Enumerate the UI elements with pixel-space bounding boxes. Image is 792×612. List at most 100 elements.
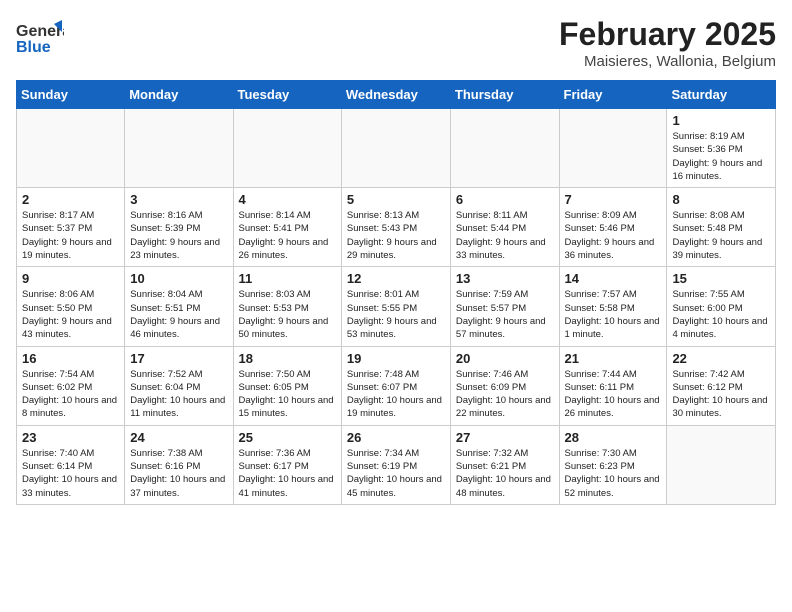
calendar-week-row: 16 Sunrise: 7:54 AM Sunset: 6:02 PM Dayli… [17, 346, 776, 425]
calendar-day-cell: 17 Sunrise: 7:52 AM Sunset: 6:04 PM Dayli… [125, 346, 233, 425]
day-number: 26 [347, 430, 445, 445]
day-number: 4 [239, 192, 336, 207]
calendar-day-cell: 10 Sunrise: 8:04 AM Sunset: 5:51 PM Dayli… [125, 267, 233, 346]
calendar-day-cell [341, 109, 450, 188]
day-number: 9 [22, 271, 119, 286]
calendar-day-cell: 20 Sunrise: 7:46 AM Sunset: 6:09 PM Dayli… [450, 346, 559, 425]
day-info: Sunrise: 7:46 AM Sunset: 6:09 PM Dayligh… [456, 368, 554, 421]
calendar-day-cell: 3Sunrise: 8:16 AM Sunset: 5:39 PM Daylig… [125, 188, 233, 267]
day-number: 25 [239, 430, 336, 445]
calendar-day-cell: 4 Sunrise: 8:14 AM Sunset: 5:41 PM Daylig… [233, 188, 341, 267]
day-number: 1 [672, 113, 770, 128]
day-info: Sunrise: 7:30 AM Sunset: 6:23 PM Dayligh… [565, 447, 662, 500]
calendar-day-cell: 5 Sunrise: 8:13 AM Sunset: 5:43 PM Daylig… [341, 188, 450, 267]
calendar-day-cell: 13 Sunrise: 7:59 AM Sunset: 5:57 PM Dayli… [450, 267, 559, 346]
calendar-week-row: 1 Sunrise: 8:19 AM Sunset: 5:36 PM Daylig… [17, 109, 776, 188]
day-info: Sunrise: 7:50 AM Sunset: 6:05 PM Dayligh… [239, 368, 336, 421]
day-number: 2 [22, 192, 119, 207]
calendar-header-row: SundayMondayTuesdayWednesdayThursdayFrid… [17, 81, 776, 109]
day-info: Sunrise: 8:08 AM Sunset: 5:48 PM Dayligh… [672, 209, 770, 262]
calendar-day-cell: 26 Sunrise: 7:34 AM Sunset: 6:19 PM Dayli… [341, 425, 450, 504]
day-number: 5 [347, 192, 445, 207]
calendar-day-cell [559, 109, 667, 188]
calendar-day-cell: 11Sunrise: 8:03 AM Sunset: 5:53 PM Dayli… [233, 267, 341, 346]
calendar-week-row: 2 Sunrise: 8:17 AM Sunset: 5:37 PM Daylig… [17, 188, 776, 267]
day-info: Sunrise: 7:38 AM Sunset: 6:16 PM Dayligh… [130, 447, 227, 500]
calendar-week-row: 23 Sunrise: 7:40 AM Sunset: 6:14 PM Dayli… [17, 425, 776, 504]
page-header: General Blue February 2025 Maisieres, Wa… [16, 16, 776, 70]
day-info: Sunrise: 8:03 AM Sunset: 5:53 PM Dayligh… [239, 288, 336, 341]
day-header-wednesday: Wednesday [341, 81, 450, 109]
day-info: Sunrise: 7:48 AM Sunset: 6:07 PM Dayligh… [347, 368, 445, 421]
day-info: Sunrise: 8:17 AM Sunset: 5:37 PM Dayligh… [22, 209, 119, 262]
day-info: Sunrise: 7:54 AM Sunset: 6:02 PM Dayligh… [22, 368, 119, 421]
calendar-day-cell: 23 Sunrise: 7:40 AM Sunset: 6:14 PM Dayli… [17, 425, 125, 504]
logo: General Blue [16, 16, 64, 62]
day-number: 24 [130, 430, 227, 445]
calendar-day-cell: 27 Sunrise: 7:32 AM Sunset: 6:21 PM Dayli… [450, 425, 559, 504]
calendar-day-cell: 12 Sunrise: 8:01 AM Sunset: 5:55 PM Dayli… [341, 267, 450, 346]
day-info: Sunrise: 8:16 AM Sunset: 5:39 PM Dayligh… [130, 209, 227, 262]
svg-text:Blue: Blue [16, 39, 51, 56]
day-info: Sunrise: 7:32 AM Sunset: 6:21 PM Dayligh… [456, 447, 554, 500]
day-number: 8 [672, 192, 770, 207]
day-number: 12 [347, 271, 445, 286]
calendar-day-cell: 19 Sunrise: 7:48 AM Sunset: 6:07 PM Dayli… [341, 346, 450, 425]
day-info: Sunrise: 8:09 AM Sunset: 5:46 PM Dayligh… [565, 209, 662, 262]
calendar-day-cell [233, 109, 341, 188]
day-header-sunday: Sunday [17, 81, 125, 109]
location-subtitle: Maisieres, Wallonia, Belgium [559, 53, 776, 70]
day-header-saturday: Saturday [667, 81, 776, 109]
day-info: Sunrise: 7:34 AM Sunset: 6:19 PM Dayligh… [347, 447, 445, 500]
day-info: Sunrise: 8:19 AM Sunset: 5:36 PM Dayligh… [672, 130, 770, 183]
day-info: Sunrise: 8:01 AM Sunset: 5:55 PM Dayligh… [347, 288, 445, 341]
day-info: Sunrise: 8:11 AM Sunset: 5:44 PM Dayligh… [456, 209, 554, 262]
day-number: 13 [456, 271, 554, 286]
day-info: Sunrise: 8:13 AM Sunset: 5:43 PM Dayligh… [347, 209, 445, 262]
calendar-day-cell [450, 109, 559, 188]
calendar-day-cell: 6 Sunrise: 8:11 AM Sunset: 5:44 PM Daylig… [450, 188, 559, 267]
day-info: Sunrise: 8:14 AM Sunset: 5:41 PM Dayligh… [239, 209, 336, 262]
day-number: 16 [22, 351, 119, 366]
calendar-day-cell: 22 Sunrise: 7:42 AM Sunset: 6:12 PM Dayli… [667, 346, 776, 425]
day-number: 6 [456, 192, 554, 207]
day-info: Sunrise: 7:40 AM Sunset: 6:14 PM Dayligh… [22, 447, 119, 500]
calendar-day-cell: 2 Sunrise: 8:17 AM Sunset: 5:37 PM Daylig… [17, 188, 125, 267]
calendar-day-cell [17, 109, 125, 188]
day-number: 28 [565, 430, 662, 445]
day-number: 27 [456, 430, 554, 445]
day-info: Sunrise: 8:06 AM Sunset: 5:50 PM Dayligh… [22, 288, 119, 341]
calendar-day-cell: 24 Sunrise: 7:38 AM Sunset: 6:16 PM Dayli… [125, 425, 233, 504]
day-number: 20 [456, 351, 554, 366]
day-number: 22 [672, 351, 770, 366]
calendar-day-cell: 8 Sunrise: 8:08 AM Sunset: 5:48 PM Daylig… [667, 188, 776, 267]
day-number: 17 [130, 351, 227, 366]
calendar-table: SundayMondayTuesdayWednesdayThursdayFrid… [16, 80, 776, 505]
day-header-thursday: Thursday [450, 81, 559, 109]
calendar-day-cell: 1 Sunrise: 8:19 AM Sunset: 5:36 PM Daylig… [667, 109, 776, 188]
day-info: Sunrise: 7:42 AM Sunset: 6:12 PM Dayligh… [672, 368, 770, 421]
day-number: 7 [565, 192, 662, 207]
calendar-day-cell [125, 109, 233, 188]
calendar-day-cell: 14Sunrise: 7:57 AM Sunset: 5:58 PM Dayli… [559, 267, 667, 346]
day-info: Sunrise: 7:44 AM Sunset: 6:11 PM Dayligh… [565, 368, 662, 421]
title-block: February 2025 Maisieres, Wallonia, Belgi… [559, 16, 776, 70]
calendar-day-cell: 28 Sunrise: 7:30 AM Sunset: 6:23 PM Dayli… [559, 425, 667, 504]
logo-icon: General Blue [16, 18, 64, 62]
calendar-day-cell: 7 Sunrise: 8:09 AM Sunset: 5:46 PM Daylig… [559, 188, 667, 267]
day-info: Sunrise: 7:55 AM Sunset: 6:00 PM Dayligh… [672, 288, 770, 341]
day-header-tuesday: Tuesday [233, 81, 341, 109]
day-number: 23 [22, 430, 119, 445]
month-title: February 2025 [559, 16, 776, 53]
day-info: Sunrise: 7:59 AM Sunset: 5:57 PM Dayligh… [456, 288, 554, 341]
day-number: 10 [130, 271, 227, 286]
day-number: 15 [672, 271, 770, 286]
day-info: Sunrise: 8:04 AM Sunset: 5:51 PM Dayligh… [130, 288, 227, 341]
day-number: 19 [347, 351, 445, 366]
calendar-day-cell: 25Sunrise: 7:36 AM Sunset: 6:17 PM Dayli… [233, 425, 341, 504]
day-header-friday: Friday [559, 81, 667, 109]
calendar-day-cell [667, 425, 776, 504]
day-header-monday: Monday [125, 81, 233, 109]
day-info: Sunrise: 7:52 AM Sunset: 6:04 PM Dayligh… [130, 368, 227, 421]
calendar-day-cell: 16 Sunrise: 7:54 AM Sunset: 6:02 PM Dayli… [17, 346, 125, 425]
